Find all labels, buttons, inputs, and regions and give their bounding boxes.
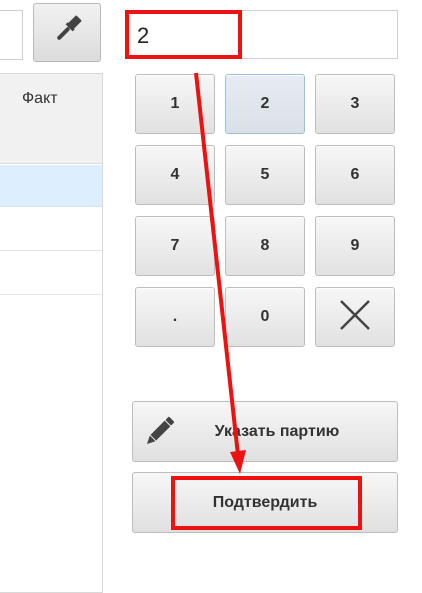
annotation-arrow [194,72,246,474]
